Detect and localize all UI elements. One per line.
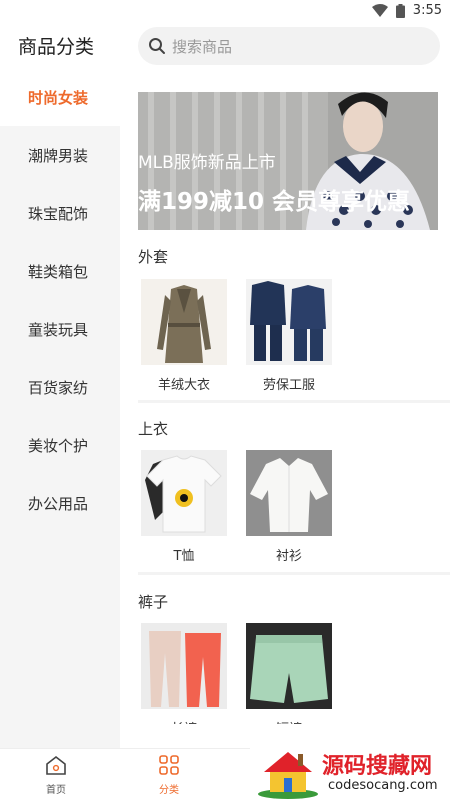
tab-category[interactable]: 分类 [139,755,199,796]
product-label: 长裤 [141,718,227,724]
product-label: 劳保工服 [262,378,315,393]
home-icon [46,755,66,775]
sidebar-item-beauty[interactable]: 美妆个护 [0,416,120,474]
product-image [246,450,332,536]
sidebar-item-label: 潮牌男装 [28,146,89,165]
section-divider [138,400,450,403]
product-image [141,623,227,709]
watermark-title: 源码搜藏网 [322,754,433,779]
search-placeholder: 搜索商品 [172,38,233,56]
sidebar-item-office[interactable]: 办公用品 [0,474,120,532]
product-label: T恤 [173,549,195,564]
sidebar-item-label: 珠宝配饰 [28,204,89,223]
status-right: 3:55 [371,3,442,18]
sidebar-item-label: 童装玩具 [28,320,89,339]
section-title: 裤子 [138,593,169,611]
tab-label: 首页 [46,785,66,796]
sidebar-item-label: 百货家纺 [28,378,89,397]
section-divider [138,572,450,575]
sidebar-item-label: 办公用品 [28,494,89,513]
status-time: 3:55 [412,3,442,18]
banner-line1: MLB服饰新品上市 [138,153,276,173]
sidebar-item-kids-toys[interactable]: 童装玩具 [0,300,120,358]
house-logo-icon [258,752,318,799]
sidebar-item-label: 美妆个护 [28,436,89,455]
promo-banner[interactable]: MLB服饰新品上市 满199减10 会员尊享优惠 [138,92,438,230]
section-title: 外套 [138,248,169,266]
product-image [246,623,332,709]
sidebar-item-womens-fashion[interactable]: 时尚女装 [0,68,120,126]
category-grid-icon [159,755,179,775]
battery-icon [395,3,405,18]
wifi-icon [371,4,388,17]
tab-label: 分类 [159,785,179,796]
product-image [246,279,332,365]
watermark-url: codesocang.com [328,778,438,793]
search-icon [149,38,165,54]
search-input[interactable]: 搜索商品 [138,27,440,65]
product-image [141,279,227,365]
product-label: 羊绒大衣 [157,378,210,393]
sidebar-item-shoes-bags[interactable]: 鞋类箱包 [0,242,120,300]
banner-line2: 满199减10 会员尊享优惠 [138,189,411,215]
page-title: 商品分类 [18,36,95,58]
product-image [141,450,227,536]
category-content: MLB服饰新品上市 满199减10 会员尊享优惠 外套 羊绒大衣 劳保工服 上衣… [120,68,450,724]
category-sidebar: 时尚女装 潮牌男装 珠宝配饰 鞋类箱包 童装玩具 百货家纺 美妆个护 办公用品 [0,68,120,748]
product-label: 短裤 [246,718,332,724]
sidebar-item-home-textiles[interactable]: 百货家纺 [0,358,120,416]
watermark: 源码搜藏网 codesocang.com [250,744,450,800]
sidebar-item-label: 鞋类箱包 [28,262,89,281]
section-title: 上衣 [138,420,169,438]
product-label: 衬衫 [275,549,302,564]
tab-home[interactable]: 首页 [26,755,86,796]
sidebar-item-jewelry[interactable]: 珠宝配饰 [0,184,120,242]
status-bar: 3:55 [0,0,450,24]
sidebar-item-label: 时尚女装 [28,88,89,107]
sidebar-item-mens-trend[interactable]: 潮牌男装 [0,126,120,184]
header: 商品分类 搜索商品 [0,24,450,68]
